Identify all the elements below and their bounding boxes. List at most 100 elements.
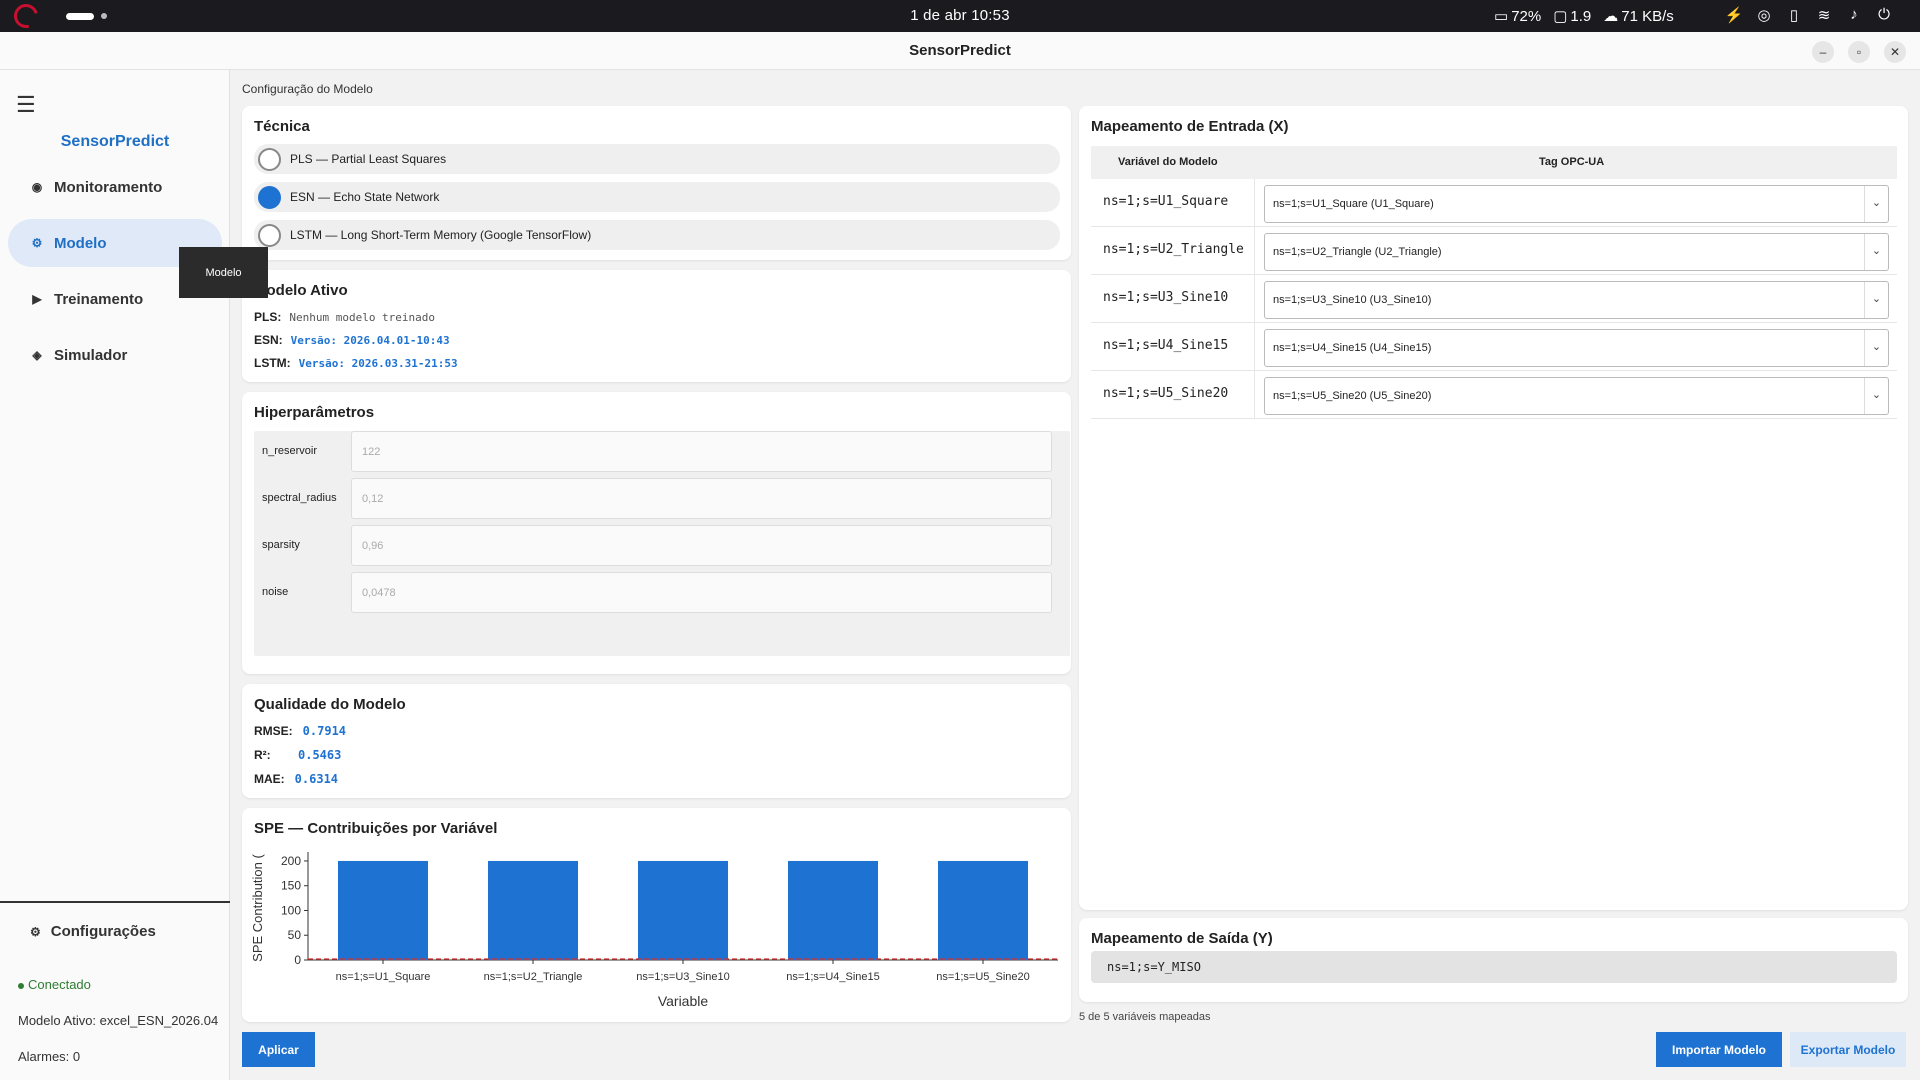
tag-select[interactable]: ns=1;s=U3_Sine10 (U3_Sine10) ⌄: [1264, 281, 1889, 319]
quality-card: Qualidade do Modelo RMSE: 0.7914 R²: 0.5…: [242, 684, 1071, 798]
power-icon[interactable]: ⏻: [1874, 6, 1894, 24]
table-row: ns=1;s=U2_Triangle ns=1;s=U2_Triangle (U…: [1091, 227, 1897, 275]
technique-title: Técnica: [254, 118, 310, 135]
hp-input-spectral-radius[interactable]: 0,12: [351, 478, 1052, 519]
battery-icon: ▭: [1494, 8, 1509, 25]
spe-chart: 0 50 100 150 200 ns=1;s=U1_Square ns=1;s=U2_Tr…: [250, 852, 1058, 1009]
hp-label-n-reservoir: n_reservoir: [262, 445, 318, 457]
sidebar-item-simulador[interactable]: ◈ Simulador: [8, 331, 222, 379]
minimize-button[interactable]: –: [1812, 41, 1834, 63]
battery-stat: ▭ 72%: [1494, 7, 1542, 26]
model-key: ESN:: [254, 333, 283, 347]
tag-select[interactable]: ns=1;s=U1_Square (U1_Square) ⌄: [1264, 185, 1889, 223]
model-variable: ns=1;s=U1_Square: [1103, 194, 1229, 209]
tag-select[interactable]: ns=1;s=U2_Triangle (U2_Triangle) ⌄: [1264, 233, 1889, 271]
maximize-button[interactable]: ▫: [1848, 41, 1870, 63]
y-tick-label: 100: [281, 903, 301, 917]
output-mapping-card: Mapeamento de Saída (Y) ns=1;s=Y_MISO: [1079, 918, 1908, 1002]
sidebar-tooltip: Modelo: [179, 247, 268, 298]
model-variable: ns=1;s=U2_Triangle: [1103, 242, 1244, 257]
column-divider: [1254, 323, 1255, 371]
model-variable: ns=1;s=U4_Sine15: [1103, 338, 1229, 353]
tag-select[interactable]: ns=1;s=U4_Sine15 (U4_Sine15) ⌄: [1264, 329, 1889, 367]
table-row: ns=1;s=U3_Sine10 ns=1;s=U3_Sine10 (U3_Si…: [1091, 275, 1897, 323]
sidebar-item-configuracoes[interactable]: ⚙ Configurações: [30, 923, 156, 940]
battery-value: 72%: [1511, 7, 1542, 25]
bar: [488, 860, 578, 960]
bar: [338, 860, 428, 960]
hamburger-menu-icon[interactable]: ☰: [16, 92, 36, 118]
update-icon[interactable]: ⚡: [1724, 6, 1744, 24]
bar: [638, 860, 728, 960]
radio-button-selected[interactable]: [258, 185, 281, 209]
model-value: Nenhum modelo treinado: [289, 310, 436, 324]
x-tick-label: ns=1;s=U1_Square: [336, 971, 431, 983]
hyperparameters-panel: n_reservoir 122 spectral_radius 0,12 spa…: [254, 431, 1070, 656]
x-axis-label: Variable: [658, 993, 709, 1009]
x-tick-label: ns=1;s=U3_Sine10: [636, 971, 730, 983]
hp-input-sparsity[interactable]: 0,96: [351, 525, 1052, 566]
chevron-down-icon[interactable]: ⌄: [1864, 234, 1888, 270]
active-model-row-esn: ESN: Versão: 2026.04.01-10:43: [254, 333, 450, 347]
technique-option-esn[interactable]: ESN — Echo State Network: [254, 182, 1060, 212]
screen-icon[interactable]: ▯: [1784, 6, 1804, 24]
table-row: ns=1;s=U1_Square ns=1;s=U1_Square (U1_Sq…: [1091, 179, 1897, 227]
model-variable: ns=1;s=U3_Sine10: [1103, 290, 1229, 305]
input-mapping-title: Mapeamento de Entrada (X): [1091, 118, 1289, 135]
hp-label-sparsity: sparsity: [262, 539, 300, 551]
apply-button[interactable]: Aplicar: [242, 1032, 315, 1067]
hyperparameters-card: Hiperparâmetros n_reservoir 122 spectral…: [242, 392, 1071, 674]
tag-select-value: ns=1;s=U1_Square (U1_Square): [1273, 198, 1434, 210]
hp-input-noise[interactable]: 0,0478: [351, 572, 1052, 613]
chevron-down-icon[interactable]: ⌄: [1864, 282, 1888, 318]
gear-icon: ⚙: [31, 236, 43, 250]
window-title: SensorPredict: [909, 42, 1011, 59]
column-divider: [1254, 371, 1255, 419]
app-indicator-icon[interactable]: ◎: [1754, 6, 1774, 24]
technique-option-label: PLS — Partial Least Squares: [290, 152, 447, 166]
technique-option-pls[interactable]: PLS — Partial Least Squares: [254, 144, 1060, 174]
technique-card: Técnica PLS — Partial Least Squares ESN …: [242, 106, 1071, 260]
chevron-down-icon[interactable]: ⌄: [1864, 378, 1888, 414]
column-divider: [1254, 227, 1255, 275]
metric-mae: MAE: 0.6314: [254, 772, 338, 786]
network-stat: ☁ 71 KB/s: [1603, 7, 1674, 26]
output-variable-field[interactable]: ns=1;s=Y_MISO: [1091, 951, 1897, 983]
chevron-down-icon[interactable]: ⌄: [1864, 330, 1888, 366]
page-title: Configuração do Modelo: [242, 82, 373, 96]
mapping-table-header: Variável do Modelo Tag OPC-UA: [1091, 146, 1897, 179]
sidebar-item-monitoramento[interactable]: ◉ Monitoramento: [8, 163, 222, 211]
sidebar-item-label: Simulador: [54, 346, 128, 364]
status-text: Conectado: [28, 977, 91, 992]
network-value: 71 KB/s: [1621, 7, 1674, 25]
chevron-down-icon[interactable]: ⌄: [1864, 186, 1888, 222]
model-variable: ns=1;s=U5_Sine20: [1103, 386, 1229, 401]
wifi-icon[interactable]: ≋: [1814, 6, 1834, 24]
monitor-icon: ▢: [1553, 8, 1568, 25]
radio-button[interactable]: [258, 223, 281, 247]
sidebar: ☰ SensorPredict ◉ Monitoramento ⚙ Modelo…: [0, 70, 230, 1080]
technique-option-lstm[interactable]: LSTM — Long Short-Term Memory (Google Te…: [254, 220, 1060, 250]
hp-input-n-reservoir[interactable]: 122: [351, 431, 1052, 472]
radio-button[interactable]: [258, 147, 281, 171]
metric-name: RMSE:: [254, 724, 293, 738]
active-model-card: Modelo Ativo PLS: Nenhum modelo treinado…: [242, 270, 1071, 382]
volume-icon[interactable]: ♪: [1844, 6, 1864, 24]
table-row: ns=1;s=U4_Sine15 ns=1;s=U4_Sine15 (U4_Si…: [1091, 323, 1897, 371]
close-button[interactable]: ✕: [1884, 41, 1906, 63]
import-model-button[interactable]: Importar Modelo: [1656, 1032, 1782, 1067]
quality-title: Qualidade do Modelo: [254, 696, 406, 713]
radio-dot-icon: ◉: [31, 180, 43, 194]
column-header-variable: Variável do Modelo: [1118, 156, 1218, 168]
column-divider: [1254, 179, 1255, 227]
y-tick-label: 0: [294, 953, 301, 967]
tag-select[interactable]: ns=1;s=U5_Sine20 (U5_Sine20) ⌄: [1264, 377, 1889, 415]
spe-chart-card: SPE — Contribuições por Variável 0 50 100 1…: [242, 808, 1071, 1022]
sidebar-brand: SensorPredict: [60, 133, 170, 150]
model-value: Versão: 2026.03.31-21:53: [298, 356, 458, 370]
x-tick-label: ns=1;s=U2_Triangle: [484, 971, 583, 983]
y-tick-label: 50: [288, 928, 302, 942]
system-top-bar: 1 de abr 10:53 ▭ 72% ▢ 1.9 ☁ 71 KB/s ⚡ ◎ ▯ …: [0, 0, 1920, 33]
status-dot-icon: [18, 982, 24, 989]
export-model-button[interactable]: Exportar Modelo: [1790, 1032, 1906, 1067]
